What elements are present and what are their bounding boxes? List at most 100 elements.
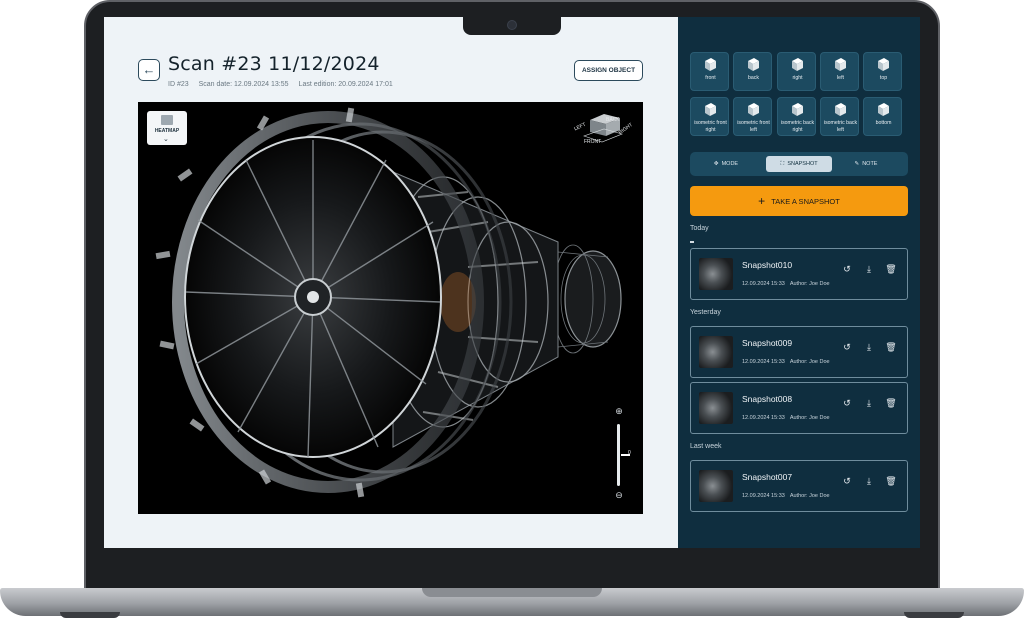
restore-history-icon[interactable]: ↺ [841,397,853,409]
view-tile-back[interactable]: back [733,52,772,91]
heatmap-dropdown[interactable]: HEATMAP ⌄ [147,111,187,145]
zoom-out-icon[interactable]: ⊖ [613,490,625,502]
view-tile-right[interactable]: right [777,52,816,91]
view-tile-bottom[interactable]: bottom [863,97,902,136]
snapshot-card[interactable]: Snapshot010 12.09.2024 15:33 Author: Joe D… [690,248,908,300]
view-tile-label: isometric back right [780,120,815,133]
camera-icon [507,20,517,30]
view-cube-back[interactable]: BACK [606,117,620,123]
view-tile-isometric-front-left[interactable]: isometric front left [733,97,772,136]
view-cube-icon [748,58,759,71]
view-cube-icon [705,103,716,116]
snapshot-frame-icon: ⛶ [780,161,785,167]
arrow-left-icon: ← [142,62,156,77]
snapshot-name: Snapshot010 [742,260,793,270]
heatmap-label: HEATMAP [154,128,180,134]
download-icon[interactable]: ⤓ [863,397,875,409]
view-cube-icon [748,103,759,116]
scan-id: ID #23 [168,81,189,88]
snapshot-author: Author: Joe Doe [789,415,830,421]
mode-tabs: ✥ MODE ⛶ SNAPSHOT ✎ NOTE [690,152,908,176]
view-tile-label: bottom [875,120,892,126]
scan-date: Scan date: 12.09.2024 13:55 [198,81,289,88]
back-button[interactable]: ← [138,59,160,81]
trash-icon[interactable]: 🗑 [885,341,897,353]
snapshot-meta: 12.09.2024 15:33 Author: Joe Doe [742,493,830,499]
trash-icon[interactable]: 🗑 [885,475,897,487]
group-heading-today: Today [690,225,709,232]
view-tile-isometric-front-right[interactable]: isometric front right [690,97,729,136]
trash-icon[interactable]: 🗑 [885,263,897,275]
assign-object-button[interactable]: ASSIGN OBJECT [574,60,643,81]
view-cube-icon [705,58,716,71]
view-tile-label: back [748,75,759,81]
snapshot-thumbnail [699,258,733,290]
snapshot-author: Author: Joe Doe [789,493,830,499]
snapshot-name: Snapshot008 [742,394,793,404]
tab-mode[interactable]: ✥ MODE [700,156,752,172]
3d-viewport[interactable]: HEATMAP ⌄ BACK LEFT RIGHT FRONT ⊕ 0 ⊖ [138,102,643,514]
zoom-slider[interactable] [617,424,630,486]
engine-model-render [155,107,622,498]
view-tile-top[interactable]: top [863,52,902,91]
snapshot-thumbnail [699,470,733,502]
view-tile-isometric-back-left[interactable]: isometric back left [820,97,859,136]
view-cube-icon [878,103,889,116]
view-cube-icon [835,103,846,116]
snapshot-date: 12.09.2024 15:33 [742,415,785,421]
view-tile-front[interactable]: front [690,52,729,91]
snapshot-meta: 12.09.2024 15:33 Author: Joe Doe [742,359,830,365]
laptop-foot [60,612,120,618]
view-cube-icon [792,58,803,71]
snapshot-author: Author: Joe Doe [789,359,830,365]
snapshot-name: Snapshot007 [742,472,793,482]
view-cube-navigator[interactable]: BACK LEFT RIGHT FRONT [570,110,636,146]
view-cube-icon [835,58,846,71]
view-tile-left[interactable]: left [820,52,859,91]
restore-history-icon[interactable]: ↺ [841,475,853,487]
snapshot-meta: 12.09.2024 15:33 Author: Joe Doe [742,415,830,421]
view-cube-icon [878,58,889,71]
chevron-down-icon: ⌄ [163,136,169,143]
group-heading-last-week: Last week [690,443,722,450]
take-snapshot-button[interactable]: + TAKE A SNAPSHOT [690,186,908,216]
laptop-hinge-notch [422,588,602,597]
snapshot-date: 12.09.2024 15:33 [742,359,785,365]
zoom-control: ⊕ 0 ⊖ [610,402,640,506]
tab-note-label: NOTE [862,161,878,167]
view-cube-front[interactable]: FRONT [584,139,601,145]
plus-icon: + [758,194,766,208]
heatmap-icon [161,115,173,125]
snapshot-card[interactable]: Snapshot008 12.09.2024 15:33 Author: Joe D… [690,382,908,434]
zoom-in-icon[interactable]: ⊕ [613,406,625,418]
screen: ← Scan #23 11/12/2024 ID #23 Scan date: … [104,17,920,548]
download-icon[interactable]: ⤓ [863,341,875,353]
view-tile-label: front [705,75,716,81]
tab-snapshot[interactable]: ⛶ SNAPSHOT [766,156,832,172]
laptop-foot [904,612,964,618]
view-tile-label: isometric front left [737,120,770,133]
snapshot-thumbnail [699,392,733,424]
snapshot-date: 12.09.2024 15:33 [742,493,785,499]
view-cube-icon [792,103,803,116]
tab-note[interactable]: ✎ NOTE [840,156,892,172]
group-divider [690,241,694,243]
snapshot-meta: 12.09.2024 15:33 Author: Joe Doe [742,281,830,287]
zoom-value: 0 [628,450,631,456]
view-tile-isometric-back-right[interactable]: isometric back right [777,97,816,136]
camera-notch [463,17,561,35]
trash-icon[interactable]: 🗑 [885,397,897,409]
download-icon[interactable]: ⤓ [863,475,875,487]
snapshot-card[interactable]: Snapshot009 12.09.2024 15:33 Author: Joe D… [690,326,908,378]
view-tile-label: right [792,75,803,81]
tab-mode-label: MODE [721,161,739,167]
snapshot-panel: front back right left top isometric front rig… [678,17,920,548]
scan-detail-area: ← Scan #23 11/12/2024 ID #23 Scan date: … [104,17,678,548]
restore-history-icon[interactable]: ↺ [841,341,853,353]
snapshot-card[interactable]: Snapshot007 12.09.2024 15:33 Author: Joe D… [690,460,908,512]
download-icon[interactable]: ⤓ [863,263,875,275]
view-tile-label: isometric back left [823,120,858,133]
restore-history-icon[interactable]: ↺ [841,263,853,275]
tab-snapshot-label: SNAPSHOT [787,161,818,167]
view-tile-label: left [837,75,844,81]
